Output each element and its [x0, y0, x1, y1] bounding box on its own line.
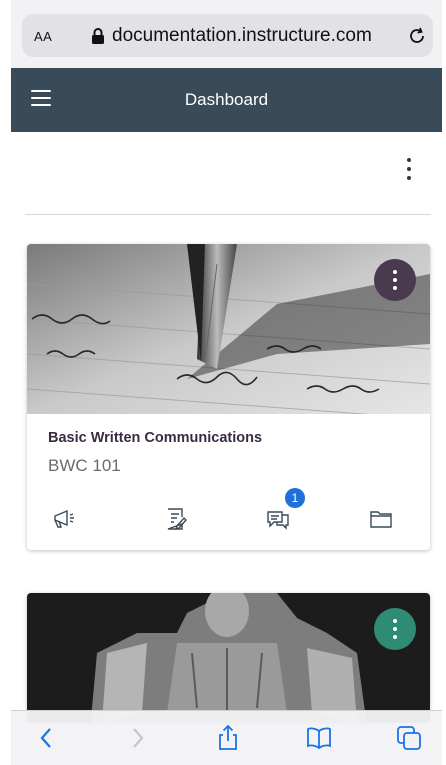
app-frame: AA documentation.instructure.com Dashboa… [11, 0, 442, 765]
reload-icon[interactable] [406, 25, 428, 47]
files-icon[interactable] [368, 506, 394, 532]
course-name[interactable]: Basic Written Communications [48, 430, 262, 446]
course-options-icon[interactable] [374, 259, 416, 301]
text-size-label: AA [34, 29, 53, 44]
browser-toolbar [11, 710, 442, 765]
browser-address-area: AA documentation.instructure.com [11, 0, 442, 68]
tabs-icon[interactable] [395, 724, 423, 752]
address-bar[interactable]: AA documentation.instructure.com [22, 14, 433, 57]
page-title: Dashboard [184, 90, 269, 109]
share-icon[interactable] [214, 724, 242, 752]
lock-icon [92, 28, 104, 44]
url-domain[interactable]: documentation.instructure.com [112, 25, 372, 47]
course-options-icon[interactable] [374, 608, 416, 650]
course-card[interactable] [27, 593, 430, 723]
divider [25, 214, 431, 215]
course-card-actions: 1 [27, 488, 430, 536]
text-size-button[interactable]: AA [34, 26, 52, 46]
course-code: BWC 101 [48, 456, 121, 475]
discussions-icon[interactable] [265, 506, 291, 532]
course-image-pen[interactable] [27, 244, 430, 414]
assignments-icon[interactable] [163, 506, 189, 532]
back-icon[interactable] [33, 724, 61, 752]
bookmarks-icon[interactable] [305, 724, 333, 752]
announcements-icon[interactable] [51, 506, 77, 532]
app-header: Dashboard [11, 68, 442, 132]
forward-icon[interactable] [123, 724, 151, 752]
course-image-statue[interactable] [27, 593, 430, 723]
discussions-badge: 1 [285, 488, 305, 508]
course-card[interactable]: Basic Written Communications BWC 101 1 [27, 244, 430, 550]
dashboard-options-icon[interactable] [403, 158, 415, 184]
